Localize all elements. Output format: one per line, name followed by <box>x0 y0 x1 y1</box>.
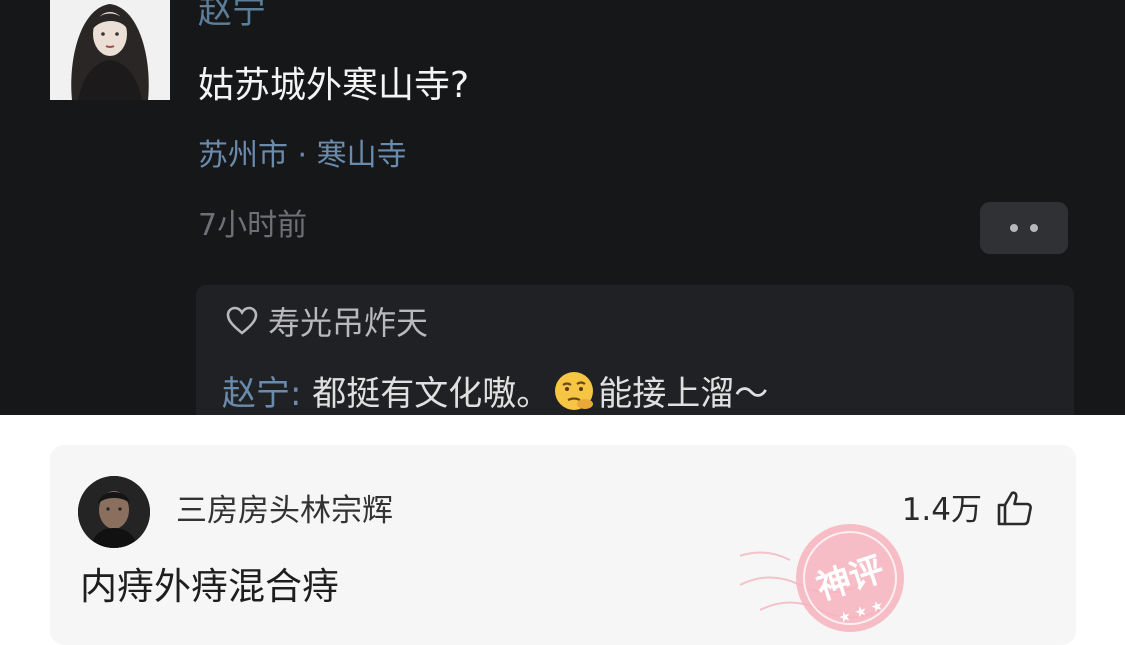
more-options-button[interactable] <box>980 202 1068 254</box>
liker-name[interactable]: 寿光吊炸天 <box>268 303 428 343</box>
interaction-box: 寿光吊炸天 赵宁: 都挺有文化嗷。 能接上溜～ <box>196 285 1074 415</box>
thinking-emoji-icon <box>552 369 596 413</box>
reply-text-end: 能接上溜～ <box>598 374 769 414</box>
god-comment-stamp: 神评 ★ ★ ★ <box>729 490 920 640</box>
post-panel: 赵宁 姑苏城外寒山寺? 苏州市 · 寒山寺 7小时前 寿光吊炸天 赵宁: 都挺有… <box>0 0 1125 415</box>
reply-author[interactable]: 赵宁: <box>222 374 301 414</box>
commenter-name[interactable]: 三房房头林宗辉 <box>176 491 393 531</box>
comment-text: 内痔外痔混合痔 <box>80 565 339 608</box>
god-comment-card: 三房房头林宗辉 神评 ★ ★ ★ 1.4万 内痔外痔混合痔 <box>50 445 1076 645</box>
likes-row: 寿光吊炸天 <box>226 303 428 343</box>
more-dot-icon <box>1010 224 1018 232</box>
more-dot-icon <box>1030 224 1038 232</box>
post-location[interactable]: 苏州市 · 寒山寺 <box>198 136 407 176</box>
like-area[interactable]: 1.4万 <box>902 489 1034 531</box>
reply-text-start: 都挺有文化嗷。 <box>312 374 551 414</box>
like-count: 1.4万 <box>901 492 982 528</box>
post-author-name[interactable]: 赵宁 <box>198 0 266 32</box>
post-timestamp: 7小时前 <box>198 208 308 243</box>
thumbs-up-icon[interactable] <box>996 489 1034 531</box>
heart-icon <box>226 306 258 340</box>
reply-line: 赵宁: 都挺有文化嗷。 能接上溜～ <box>222 369 768 415</box>
post-text: 姑苏城外寒山寺? <box>198 65 470 106</box>
poster-avatar[interactable] <box>50 0 170 100</box>
commenter-avatar[interactable] <box>78 476 150 548</box>
